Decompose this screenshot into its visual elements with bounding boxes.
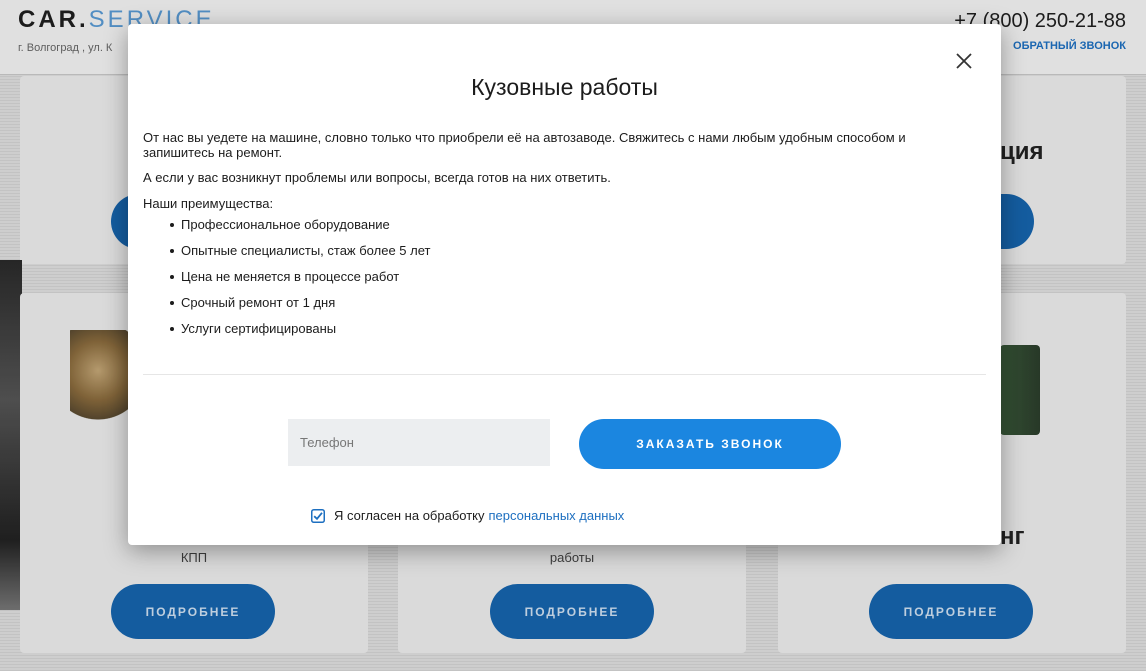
checkbox-checked-icon[interactable] xyxy=(311,508,325,523)
modal-description: От нас вы уедете на машине, словно тольк… xyxy=(143,130,963,347)
advantage-item: Услуги сертифицированы xyxy=(143,321,963,336)
modal-paragraph: А если у вас возникнут проблемы или вопр… xyxy=(143,170,611,185)
consent-row: Я согласен на обработку персональных дан… xyxy=(311,508,624,523)
close-icon[interactable] xyxy=(953,50,975,72)
order-call-button[interactable]: ЗАКАЗАТЬ ЗВОНОК xyxy=(579,419,841,469)
phone-input[interactable] xyxy=(288,419,550,466)
service-modal: Кузовные работы От нас вы уедете на маши… xyxy=(128,24,1001,545)
advantage-item: Цена не меняется в процессе работ xyxy=(143,269,963,284)
advantages-heading: Наши преимущества: xyxy=(143,196,274,211)
personal-data-link[interactable]: персональных данных xyxy=(489,508,625,523)
modal-paragraph: От нас вы уедете на машине, словно тольк… xyxy=(143,130,906,160)
advantage-item: Профессиональное оборудование xyxy=(143,217,963,232)
advantages-list: Профессиональное оборудование Опытные сп… xyxy=(143,217,963,336)
consent-text: Я согласен на обработку xyxy=(334,508,485,523)
advantage-item: Опытные специалисты, стаж более 5 лет xyxy=(143,243,963,258)
advantage-item: Срочный ремонт от 1 дня xyxy=(143,295,963,310)
modal-title: Кузовные работы xyxy=(471,74,658,100)
modal-divider xyxy=(143,374,986,375)
